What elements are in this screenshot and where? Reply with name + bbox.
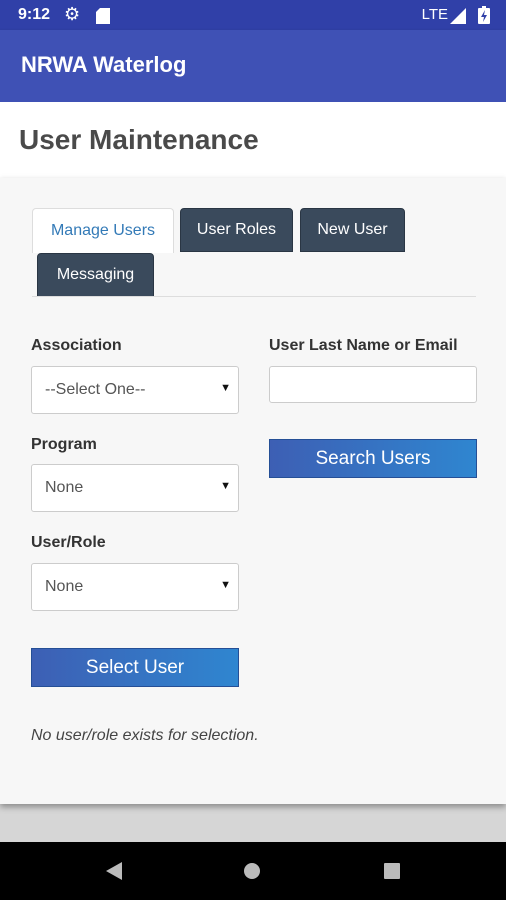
user-role-select[interactable]: None ▼ xyxy=(31,563,239,611)
search-users-button[interactable]: Search Users xyxy=(269,439,477,478)
tab-new-user[interactable]: New User xyxy=(300,208,405,252)
search-users-label: Search Users xyxy=(315,447,431,469)
dropdown-arrow-icon: ▼ xyxy=(220,480,231,492)
app-bar: NRWA Waterlog xyxy=(0,30,506,102)
tab-messaging[interactable]: Messaging xyxy=(37,253,154,297)
association-label: Association xyxy=(31,337,122,354)
tab-label: Manage Users xyxy=(50,222,156,239)
main-content: Manage Users User Roles New User Messagi… xyxy=(0,178,506,804)
user-search-input[interactable] xyxy=(269,366,477,403)
select-user-button[interactable]: Select User xyxy=(31,648,239,687)
app-title: NRWA Waterlog xyxy=(21,52,187,77)
dropdown-arrow-icon: ▼ xyxy=(220,579,231,591)
back-icon[interactable] xyxy=(104,861,124,881)
page-title: User Maintenance xyxy=(19,124,259,155)
battery-icon xyxy=(478,6,490,24)
program-select[interactable]: None ▼ xyxy=(31,464,239,512)
association-value: --Select One-- xyxy=(45,381,146,398)
tab-user-roles[interactable]: User Roles xyxy=(180,208,293,252)
status-time: 9:12 xyxy=(18,6,51,23)
home-icon[interactable] xyxy=(244,863,260,879)
navigation-bar xyxy=(0,842,506,900)
select-user-label: Select User xyxy=(85,656,185,678)
program-label: Program xyxy=(31,436,97,453)
program-value: None xyxy=(45,479,84,496)
search-field-label: User Last Name or Email xyxy=(269,337,458,354)
dropdown-arrow-icon: ▼ xyxy=(220,382,231,394)
gear-icon: ⚙ xyxy=(64,4,81,24)
signal-icon xyxy=(450,8,466,24)
association-select[interactable]: --Select One-- ▼ xyxy=(31,366,239,414)
tab-label: New User xyxy=(317,221,388,238)
user-role-label: User/Role xyxy=(31,534,106,551)
tab-label: Messaging xyxy=(56,266,135,283)
tab-label: User Roles xyxy=(196,221,277,238)
no-selection-note: No user/role exists for selection. xyxy=(31,727,259,744)
page-header: User Maintenance xyxy=(0,102,506,178)
sd-card-icon xyxy=(96,8,110,24)
status-bar: 9:12 ⚙ LTE xyxy=(0,0,506,30)
network-type: LTE xyxy=(421,6,448,23)
tab-manage-users[interactable]: Manage Users xyxy=(32,208,174,253)
recent-apps-icon[interactable] xyxy=(384,863,400,879)
tabs-divider xyxy=(32,296,476,297)
user-role-value: None xyxy=(45,578,84,595)
